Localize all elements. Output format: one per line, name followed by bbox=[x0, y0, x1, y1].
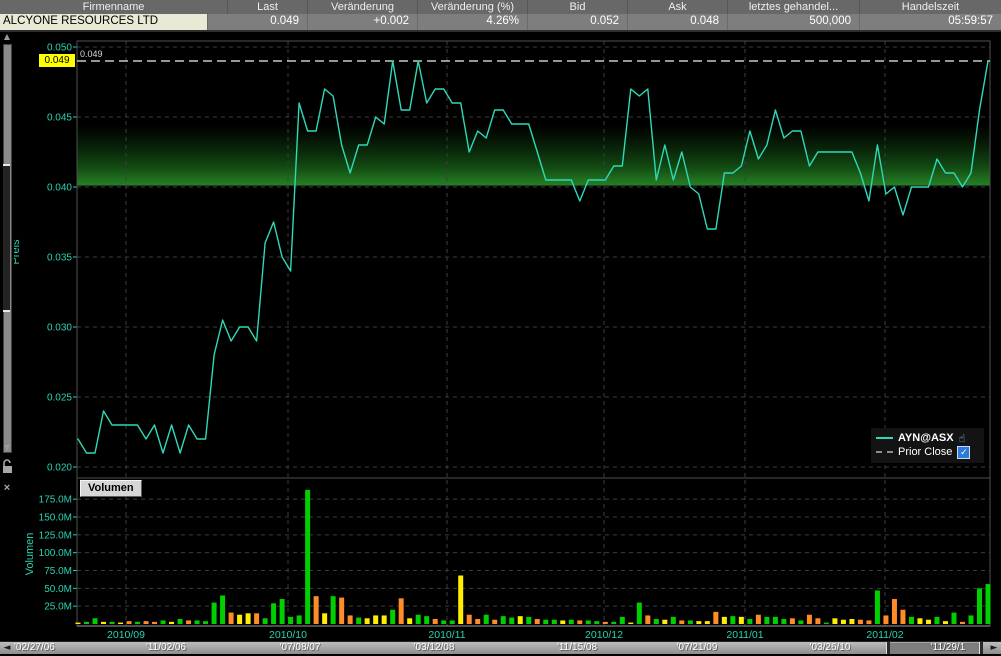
last-traded-volume-value: 500,000 bbox=[728, 14, 860, 30]
month-label: 2010/09 bbox=[107, 629, 145, 641]
thumb-right-grip[interactable] bbox=[979, 642, 983, 654]
vertical-range-thumb[interactable] bbox=[3, 164, 10, 312]
month-label: 2010/10 bbox=[269, 629, 307, 641]
range-date-label: '07/08/07 bbox=[280, 642, 321, 654]
volume-ytick-label: 100.0M bbox=[39, 548, 72, 559]
volume-ytick-label: 75.0M bbox=[44, 566, 72, 577]
scroll-right-button[interactable]: ► bbox=[988, 642, 1000, 654]
series-name-label: AYN@ASX bbox=[898, 432, 954, 444]
volume-axis-title: Volumen bbox=[24, 518, 36, 590]
volume-ytick-label: 175.0M bbox=[39, 495, 72, 506]
price-ytick-label: 0.040 bbox=[47, 183, 72, 194]
range-date-label: '03/12/08 bbox=[414, 642, 455, 654]
prior-close-label: Prior Close bbox=[898, 446, 952, 458]
price-ytick-label: 0.030 bbox=[47, 323, 72, 334]
legend-item-symbol[interactable]: AYN@ASX ☝ bbox=[876, 431, 979, 445]
hand-icon[interactable]: ☝ bbox=[959, 433, 966, 444]
column-header-veraenderung: Veränderung bbox=[308, 0, 418, 14]
bid-value: 0.052 bbox=[528, 14, 628, 30]
chart-legend: AYN@ASX ☝ Prior Close ✓ bbox=[871, 428, 984, 463]
change-value: +0.002 bbox=[308, 14, 418, 30]
volume-ytick-label: 50.0M bbox=[44, 584, 72, 595]
month-label: 2010/12 bbox=[585, 629, 623, 641]
column-header-handelszeit: Handelszeit bbox=[860, 0, 1001, 14]
change-pct-value: 4.26% bbox=[418, 14, 528, 30]
range-date-label: '11/15/08 bbox=[557, 642, 597, 654]
range-date-label: '02/27/06 bbox=[14, 642, 55, 654]
volume-ytick-label: 150.0M bbox=[39, 513, 72, 524]
range-date-label: '11/29/1 bbox=[931, 642, 966, 654]
range-date-label: '11/02/06 bbox=[146, 642, 186, 654]
unlock-icon[interactable] bbox=[1, 458, 13, 480]
column-header-veraenderung-pct: Veränderung (%) bbox=[418, 0, 528, 14]
scroll-down-button[interactable]: ▼ bbox=[0, 443, 14, 452]
volume-plot-area[interactable] bbox=[77, 478, 990, 626]
volume-ytick-label: 125.0M bbox=[39, 530, 72, 541]
column-header-letztes-gehandelt: letztes gehandel... bbox=[728, 0, 860, 14]
month-label: 2011/02 bbox=[866, 629, 903, 641]
price-ytick-label: 0.035 bbox=[47, 253, 72, 264]
month-label: 2010/11 bbox=[428, 629, 465, 641]
volume-ytick-label: 25.0M bbox=[44, 602, 72, 613]
column-header-firmenname: Firmenname bbox=[0, 0, 228, 14]
column-header-last: Last bbox=[228, 0, 308, 14]
prior-close-dash-swatch bbox=[876, 451, 893, 453]
left-toolbar: ▲ ▼ × bbox=[0, 30, 14, 656]
chart-canvas: 0.050 0.045 0.040 0.035 0.030 0.025 0.020 175.0… bbox=[0, 0, 1001, 656]
price-ytick-label: 0.045 bbox=[47, 113, 72, 124]
price-plot-area[interactable] bbox=[77, 41, 990, 478]
series-line-swatch bbox=[876, 437, 893, 439]
prior-close-checkbox[interactable]: ✓ bbox=[957, 446, 970, 459]
column-header-bid: Bid bbox=[528, 0, 628, 14]
quote-values-row: ALCYONE RESOURCES LTD 0.049 +0.002 4.26%… bbox=[0, 14, 1001, 32]
price-ytick-label: 0.025 bbox=[47, 393, 72, 404]
quote-header: Firmenname Last Veränderung Veränderung … bbox=[0, 0, 1001, 32]
price-ytick-label: 0.050 bbox=[47, 43, 72, 54]
open-padlock-glyph bbox=[1, 458, 13, 475]
ask-value: 0.048 bbox=[628, 14, 728, 30]
price-ytick-label: 0.020 bbox=[47, 463, 72, 474]
quote-header-labels-row: Firmenname Last Veränderung Veränderung … bbox=[0, 0, 1001, 14]
company-name-value: ALCYONE RESOURCES LTD bbox=[0, 14, 208, 30]
scroll-left-button[interactable]: ◄ bbox=[1, 642, 13, 654]
month-label: 2011/01 bbox=[726, 629, 763, 641]
column-header-ask: Ask bbox=[628, 0, 728, 14]
scroll-up-button[interactable]: ▲ bbox=[0, 32, 14, 41]
range-date-label: '07/21/09 bbox=[677, 642, 718, 654]
close-icon[interactable]: × bbox=[1, 482, 13, 494]
volume-panel-title: Volumen bbox=[80, 480, 142, 497]
last-value: 0.049 bbox=[208, 14, 308, 30]
thumb-left-grip[interactable] bbox=[886, 642, 890, 654]
trading-terminal-window: 0.050 0.045 0.040 0.035 0.030 0.025 0.020 175.0… bbox=[0, 0, 1001, 656]
range-date-label: '03/26/10 bbox=[810, 642, 851, 654]
date-range-scrollbar[interactable]: ◄ '02/27/06 '11/02/06 '07/08/07 '03/12/08 '1… bbox=[0, 641, 1001, 654]
last-price-axis-tag: 0.049 bbox=[39, 54, 75, 67]
trade-time-value: 05:59:57 bbox=[860, 14, 1001, 30]
legend-item-prior-close[interactable]: Prior Close ✓ bbox=[876, 445, 979, 459]
